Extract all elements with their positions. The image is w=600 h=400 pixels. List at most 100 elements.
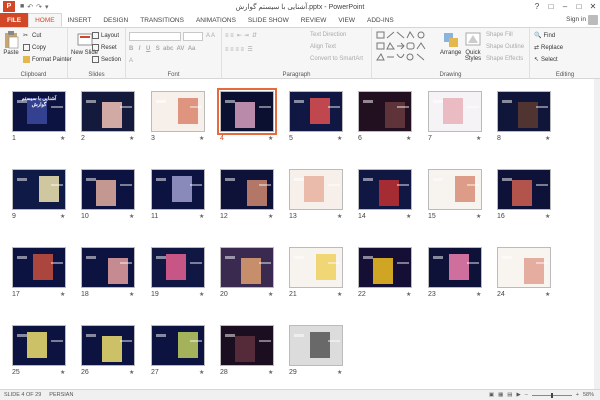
tab-design[interactable]: DESIGN (97, 13, 134, 27)
transition-icon[interactable]: ★ (337, 369, 342, 376)
transition-icon[interactable]: ★ (268, 213, 273, 220)
slide-thumbnail[interactable] (12, 247, 66, 288)
slide-thumbnail[interactable] (81, 169, 135, 210)
transition-icon[interactable]: ★ (60, 213, 65, 220)
align-text-button[interactable]: Align Text (310, 44, 336, 50)
transition-icon[interactable]: ★ (476, 213, 481, 220)
tab-add-ins[interactable]: ADD-INS (361, 13, 400, 27)
transition-icon[interactable]: ★ (476, 291, 481, 298)
slide-thumbnail[interactable] (289, 247, 343, 288)
help-icon[interactable]: ? (530, 0, 544, 12)
minimize-icon[interactable]: – (558, 0, 572, 12)
transition-icon[interactable]: ★ (406, 135, 411, 142)
save-icon[interactable]: ■ (20, 3, 24, 11)
slide-thumbnail[interactable] (220, 169, 274, 210)
transition-icon[interactable]: ★ (545, 213, 550, 220)
tab-review[interactable]: REVIEW (295, 13, 333, 27)
vertical-scrollbar[interactable] (594, 79, 600, 389)
shape-fill-button[interactable]: Shape Fill (486, 32, 513, 38)
transition-icon[interactable]: ★ (268, 291, 273, 298)
transition-icon[interactable]: ★ (337, 213, 342, 220)
zoom-slider[interactable] (531, 392, 572, 398)
bullets-icon[interactable]: ≡ ≡ ⇤ ⇥ ⇵ (225, 32, 257, 39)
tab-insert[interactable]: INSERT (62, 13, 98, 27)
close-icon[interactable]: ✕ (586, 0, 600, 12)
slide-thumbnail[interactable] (220, 325, 274, 366)
slide-thumbnail[interactable] (497, 91, 551, 132)
slide-thumbnail[interactable] (151, 169, 205, 210)
find-button[interactable]: 🔍 Find (534, 32, 555, 40)
transition-icon[interactable]: ★ (337, 291, 342, 298)
copy-button[interactable]: Copy (23, 44, 46, 51)
ribbon-display-icon[interactable]: □ (544, 0, 558, 12)
arrange-button[interactable]: Arrange (440, 31, 461, 56)
tab-home[interactable]: HOME (28, 13, 62, 27)
transition-icon[interactable]: ★ (199, 369, 204, 376)
transition-icon[interactable]: ★ (268, 369, 273, 376)
tab-slide-show[interactable]: SLIDE SHOW (242, 13, 295, 27)
redo-icon[interactable]: ↷ (36, 3, 42, 11)
maximize-icon[interactable]: □ (572, 0, 586, 12)
slide-thumbnail[interactable] (12, 325, 66, 366)
zoom-out-icon[interactable]: – (525, 392, 528, 398)
avatar[interactable] (588, 15, 598, 25)
transition-icon[interactable]: ★ (60, 291, 65, 298)
cut-button[interactable]: ✂ Cut (23, 32, 41, 40)
normal-view-icon[interactable]: ▣ (489, 392, 494, 398)
zoom-level[interactable]: 58% (583, 392, 594, 398)
slide-thumbnail[interactable] (428, 169, 482, 210)
transition-icon[interactable]: ★ (268, 135, 273, 142)
tab-view[interactable]: VIEW (332, 13, 361, 27)
undo-icon[interactable]: ↶ (27, 3, 33, 11)
transition-icon[interactable]: ★ (476, 135, 481, 142)
section-button[interactable]: Section (92, 56, 121, 63)
transition-icon[interactable]: ★ (129, 213, 134, 220)
slide-thumbnail[interactable] (220, 247, 274, 288)
slide-thumbnail[interactable] (358, 247, 412, 288)
transition-icon[interactable]: ★ (60, 369, 65, 376)
transition-icon[interactable]: ★ (60, 135, 65, 142)
paste-button[interactable]: Paste (3, 31, 19, 56)
slide-thumbnail[interactable] (81, 247, 135, 288)
font-name-field[interactable] (129, 32, 181, 41)
sign-in-link[interactable]: Sign in (566, 16, 586, 23)
slide-thumbnail[interactable] (151, 91, 205, 132)
slide-thumbnail[interactable] (428, 247, 482, 288)
slide-thumbnail[interactable] (358, 91, 412, 132)
transition-icon[interactable]: ★ (545, 291, 550, 298)
slide-thumbnail[interactable] (289, 325, 343, 366)
layout-button[interactable]: Layout (92, 32, 119, 39)
slide-thumbnail[interactable] (217, 88, 277, 135)
select-button[interactable]: ↖ Select (534, 56, 558, 64)
slide-thumbnail[interactable] (497, 169, 551, 210)
transition-icon[interactable]: ★ (406, 213, 411, 220)
reading-view-icon[interactable]: ▤ (507, 392, 512, 398)
transition-icon[interactable]: ★ (129, 135, 134, 142)
slide-thumbnail[interactable] (289, 91, 343, 132)
transition-icon[interactable]: ★ (129, 291, 134, 298)
slide-thumbnail[interactable] (497, 247, 551, 288)
text-direction-button[interactable]: Text Direction (310, 32, 346, 38)
slide-thumbnail[interactable] (12, 169, 66, 210)
slide-thumbnail[interactable] (358, 169, 412, 210)
tab-animations[interactable]: ANIMATIONS (190, 13, 242, 27)
slideshow-view-icon[interactable]: ▶ (516, 392, 520, 398)
slide-thumbnail[interactable] (289, 169, 343, 210)
sorter-view-icon[interactable]: ▦ (498, 392, 503, 398)
slide-thumbnail[interactable] (428, 91, 482, 132)
slide-thumbnail[interactable] (151, 247, 205, 288)
format-painter-button[interactable]: Format Painter (23, 56, 72, 63)
font-color-icon[interactable]: A (129, 58, 133, 64)
tab-transitions[interactable]: TRANSITIONS (134, 13, 190, 27)
slide-thumbnail[interactable]: ﺁﺷﻨﺎﯾﯽ ﺑﺎ ﺳﯿﺴﺘﻢ ﮔﻮﺍﺭﺵ (12, 91, 66, 132)
transition-icon[interactable]: ★ (406, 291, 411, 298)
slide-thumbnail[interactable] (81, 325, 135, 366)
transition-icon[interactable]: ★ (337, 135, 342, 142)
slide-thumbnail[interactable] (151, 325, 205, 366)
shape-effects-button[interactable]: Shape Effects (486, 56, 523, 62)
quick-styles-button[interactable]: Quick Styles (462, 31, 484, 62)
font-size-field[interactable] (183, 32, 203, 41)
transition-icon[interactable]: ★ (545, 135, 550, 142)
align-icons[interactable]: ≡ ≡ ≡ ≡ ☰ (225, 46, 253, 53)
slide-thumbnail[interactable] (81, 91, 135, 132)
